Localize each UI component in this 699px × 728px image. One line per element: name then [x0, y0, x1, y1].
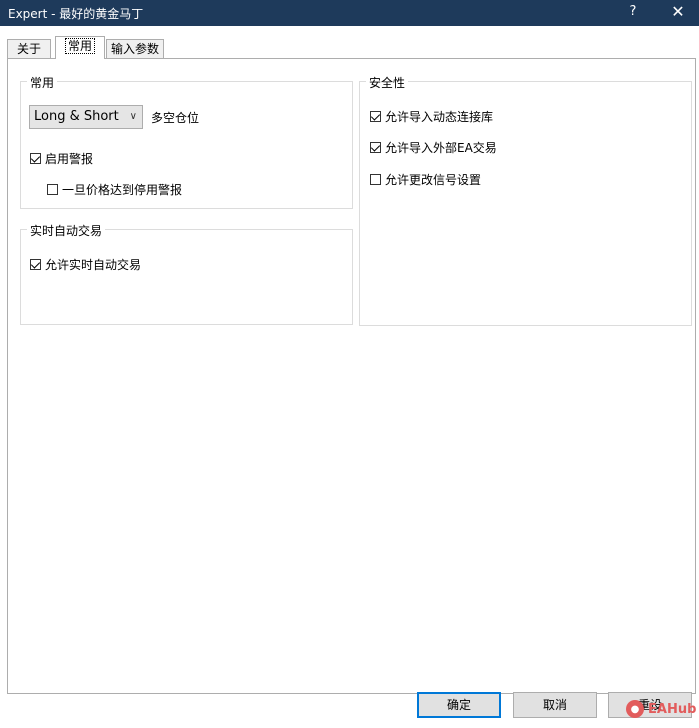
disable-alert-checkbox[interactable]: 一旦价格达到停用警报	[47, 181, 182, 198]
window-title: Expert - 最好的黄金马丁	[8, 7, 144, 21]
tab-about[interactable]: 关于	[7, 39, 51, 59]
group-live-trading: 实时自动交易	[20, 222, 353, 325]
chevron-down-icon: ∨	[129, 111, 137, 122]
tab-inputs[interactable]: 输入参数	[106, 39, 164, 59]
allow-signal-settings-checkbox[interactable]: 允许更改信号设置	[370, 171, 481, 188]
checkbox-checked-icon	[370, 111, 381, 122]
tab-common[interactable]: 常用	[55, 36, 105, 59]
checkbox-checked-icon	[30, 259, 41, 270]
group-live-trading-title: 实时自动交易	[27, 222, 106, 239]
group-common-title: 常用	[27, 74, 58, 91]
allow-dll-checkbox[interactable]: 允许导入动态连接库	[370, 108, 493, 125]
allow-live-trading-label: 允许实时自动交易	[45, 258, 142, 272]
enable-alerts-checkbox[interactable]: 启用警报	[30, 150, 93, 167]
close-button[interactable]: ✕	[664, 1, 692, 25]
checkbox-unchecked-icon	[47, 184, 58, 195]
tab-inputs-label: 输入参数	[110, 42, 159, 56]
position-label: 多空仓位	[151, 111, 200, 125]
weibo-logo-icon: ●	[626, 700, 644, 718]
enable-alerts-label: 启用警报	[45, 152, 94, 166]
position-select-value: Long & Short	[34, 109, 119, 124]
allow-external-ea-label: 允许导入外部EA交易	[385, 141, 497, 155]
allow-external-ea-checkbox[interactable]: 允许导入外部EA交易	[370, 139, 497, 156]
watermark: ● EAHub	[626, 700, 696, 718]
allow-signal-settings-label: 允许更改信号设置	[385, 173, 482, 187]
tab-about-label: 关于	[16, 42, 41, 56]
watermark-text: EAHub	[648, 701, 697, 717]
cancel-button[interactable]: 取消	[513, 692, 597, 718]
group-security-title: 安全性	[366, 74, 409, 91]
allow-dll-label: 允许导入动态连接库	[385, 110, 494, 124]
ok-button[interactable]: 确定	[417, 692, 501, 718]
title-bar: Expert - 最好的黄金马丁 ? ✕	[0, 0, 699, 26]
tab-common-label: 常用	[64, 38, 96, 54]
position-select[interactable]: Long & Short ∨	[29, 105, 143, 129]
checkbox-checked-icon	[370, 142, 381, 153]
checkbox-unchecked-icon	[370, 174, 381, 185]
help-button[interactable]: ?	[624, 4, 642, 19]
disable-alert-label: 一旦价格达到停用警报	[62, 183, 183, 197]
checkbox-checked-icon	[30, 153, 41, 164]
allow-live-trading-checkbox[interactable]: 允许实时自动交易	[30, 256, 141, 273]
